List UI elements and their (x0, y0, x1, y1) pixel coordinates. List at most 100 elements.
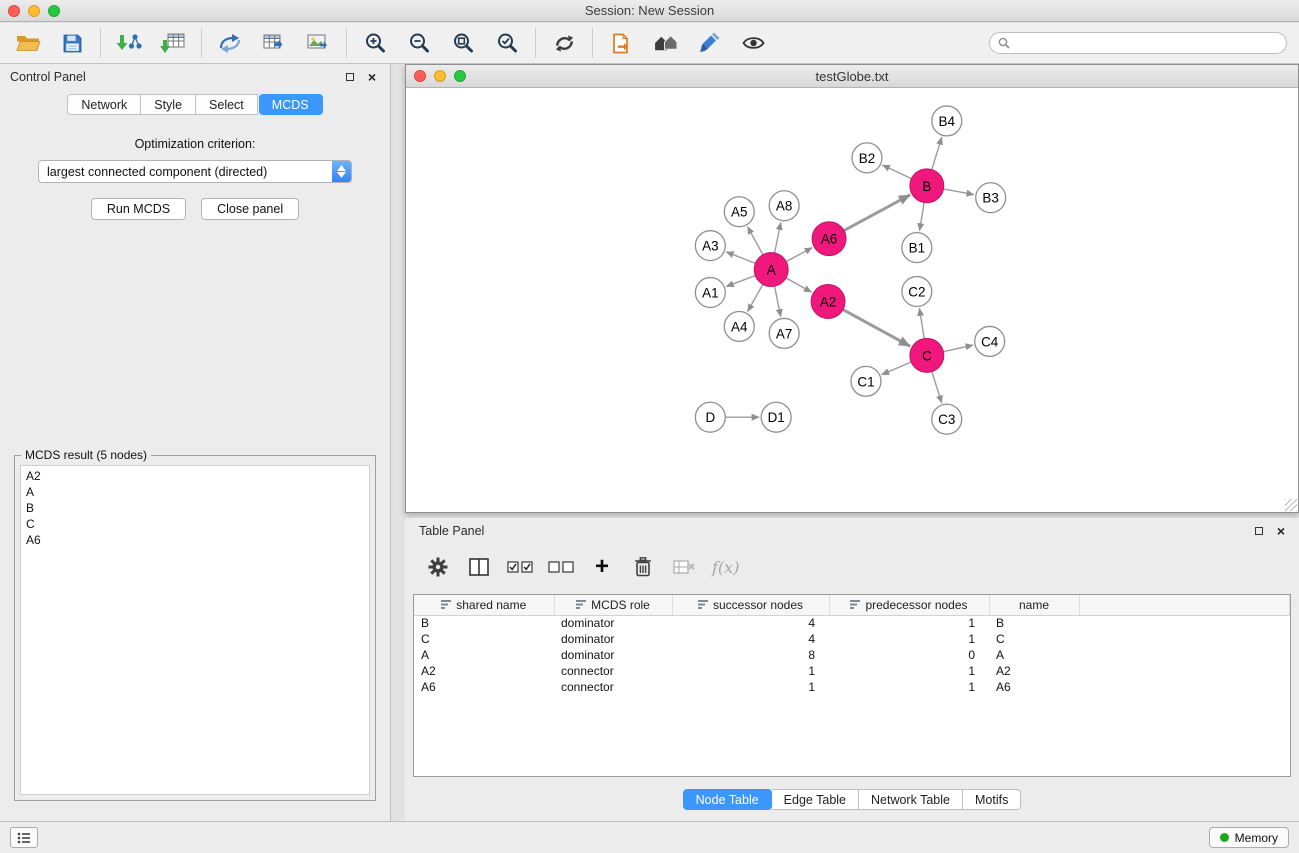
network-window-titlebar[interactable]: testGlobe.txt (406, 65, 1298, 88)
import-table-button[interactable] (155, 27, 191, 59)
table-cell[interactable]: A2 (414, 663, 554, 679)
graph-node-D1[interactable]: D1 (761, 402, 791, 432)
optimization-criterion-select[interactable]: largest connected component (directed) (38, 160, 352, 183)
import-network-button[interactable] (111, 27, 147, 59)
graph-node-C3[interactable]: C3 (932, 404, 962, 434)
share-network-button[interactable] (212, 27, 248, 59)
graph-node-B4[interactable]: B4 (932, 106, 962, 136)
table-cell[interactable]: connector (554, 663, 672, 679)
graph-edge-A-A7[interactable] (775, 286, 781, 317)
table-settings-button[interactable] (425, 553, 451, 581)
table-row[interactable]: A6connector11A6 (414, 679, 1290, 695)
zoom-fit-button[interactable] (445, 27, 481, 59)
tab-node-table[interactable]: Node Table (683, 789, 772, 810)
tab-network-table[interactable]: Network Table (859, 789, 963, 810)
graph-node-A8[interactable]: A8 (769, 191, 799, 221)
table-cell[interactable]: 4 (672, 631, 829, 647)
table-cell[interactable]: 4 (672, 615, 829, 631)
function-builder-button[interactable]: f(x) (712, 553, 739, 581)
graph-edge-B-B2[interactable] (882, 165, 911, 179)
table-cell[interactable]: A2 (989, 663, 1079, 679)
column-chooser-button[interactable] (466, 553, 492, 581)
resize-grip[interactable] (1285, 499, 1297, 511)
column-header-shared-name[interactable]: shared name (414, 595, 554, 615)
graph-edge-A-A5[interactable] (747, 227, 763, 255)
graph-node-A[interactable]: A (754, 253, 788, 287)
delete-column-button[interactable] (630, 553, 656, 581)
graph-edge-A-A2[interactable] (786, 278, 812, 292)
task-history-button[interactable] (10, 827, 38, 848)
table-cell[interactable]: dominator (554, 647, 672, 663)
graph-edge-C-C4[interactable] (943, 345, 973, 352)
column-header-name[interactable]: name (989, 595, 1079, 615)
graph-node-A3[interactable]: A3 (695, 231, 725, 261)
graph-edge-C-C2[interactable] (919, 308, 924, 338)
table-row[interactable]: Adominator80A (414, 647, 1290, 663)
table-cell[interactable]: 8 (672, 647, 829, 663)
table-cell[interactable]: A6 (989, 679, 1079, 695)
mcds-result-list[interactable]: A2ABCA6 (20, 465, 370, 795)
table-cell[interactable]: A6 (414, 679, 554, 695)
float-panel-button[interactable] (342, 69, 358, 85)
graph-node-B[interactable]: B (910, 169, 944, 203)
unselect-all-button[interactable] (548, 553, 574, 581)
tab-mcds[interactable]: MCDS (259, 94, 323, 115)
table-cell[interactable]: C (989, 631, 1079, 647)
tab-edge-table[interactable]: Edge Table (772, 789, 859, 810)
node-table[interactable]: shared name MCDS role successor nodes pr… (413, 594, 1291, 777)
graph-node-D[interactable]: D (695, 402, 725, 432)
table-cell[interactable]: 1 (829, 663, 989, 679)
close-panel-button[interactable]: × (364, 69, 380, 85)
mcds-result-item[interactable]: A2 (26, 468, 364, 484)
graph-edge-C-C1[interactable] (882, 362, 912, 375)
table-cell[interactable]: B (414, 615, 554, 631)
graph-edge-B-B3[interactable] (943, 189, 974, 195)
graph-edge-B-B4[interactable] (932, 137, 942, 169)
table-cell[interactable]: 1 (829, 631, 989, 647)
graph-node-C4[interactable]: C4 (975, 326, 1005, 356)
show-hide-button[interactable] (735, 27, 771, 59)
graph-edge-A-A6[interactable] (786, 248, 812, 262)
graph-edge-C-C3[interactable] (932, 372, 942, 403)
table-float-button[interactable] (1251, 523, 1267, 539)
table-cell[interactable]: A (414, 647, 554, 663)
table-cell[interactable]: 1 (672, 679, 829, 695)
tab-motifs[interactable]: Motifs (963, 789, 1021, 810)
export-table-button[interactable] (256, 27, 292, 59)
style-brush-button[interactable] (691, 27, 727, 59)
tab-style[interactable]: Style (141, 94, 196, 115)
graph-node-A7[interactable]: A7 (769, 318, 799, 348)
table-row[interactable]: Bdominator41B (414, 615, 1290, 631)
graph-node-C[interactable]: C (910, 338, 944, 372)
global-search[interactable] (989, 32, 1287, 54)
tab-select[interactable]: Select (196, 94, 258, 115)
graph-edge-B-B1[interactable] (920, 203, 925, 231)
table-cell[interactable]: B (989, 615, 1079, 631)
run-mcds-button[interactable]: Run MCDS (91, 198, 186, 220)
column-header-predecessor-nodes[interactable]: predecessor nodes (829, 595, 989, 615)
save-session-button[interactable] (54, 27, 90, 59)
graph-node-C1[interactable]: C1 (851, 366, 881, 396)
search-input[interactable] (1015, 36, 1278, 50)
mcds-result-item[interactable]: C (26, 516, 364, 532)
zoom-out-button[interactable] (401, 27, 437, 59)
graph-node-A1[interactable]: A1 (695, 278, 725, 308)
table-row[interactable]: Cdominator41C (414, 631, 1290, 647)
select-all-button[interactable] (507, 553, 533, 581)
graph-node-A4[interactable]: A4 (724, 311, 754, 341)
table-row[interactable]: A2connector11A2 (414, 663, 1290, 679)
graph-node-A5[interactable]: A5 (724, 197, 754, 227)
add-column-button[interactable]: + (589, 553, 615, 581)
graph-node-A2[interactable]: A2 (811, 285, 845, 319)
graph-node-C2[interactable]: C2 (902, 277, 932, 307)
table-cell[interactable]: dominator (554, 631, 672, 647)
graph-node-A6[interactable]: A6 (812, 222, 846, 256)
column-header-mcds-role[interactable]: MCDS role (554, 595, 672, 615)
zoom-in-button[interactable] (357, 27, 393, 59)
clear-table-button[interactable] (671, 553, 697, 581)
graph-edge-A2-C[interactable] (843, 310, 910, 347)
table-cell[interactable]: 1 (672, 663, 829, 679)
graph-edge-A-A3[interactable] (726, 252, 755, 264)
table-cell[interactable]: C (414, 631, 554, 647)
mcds-result-item[interactable]: A6 (26, 532, 364, 548)
